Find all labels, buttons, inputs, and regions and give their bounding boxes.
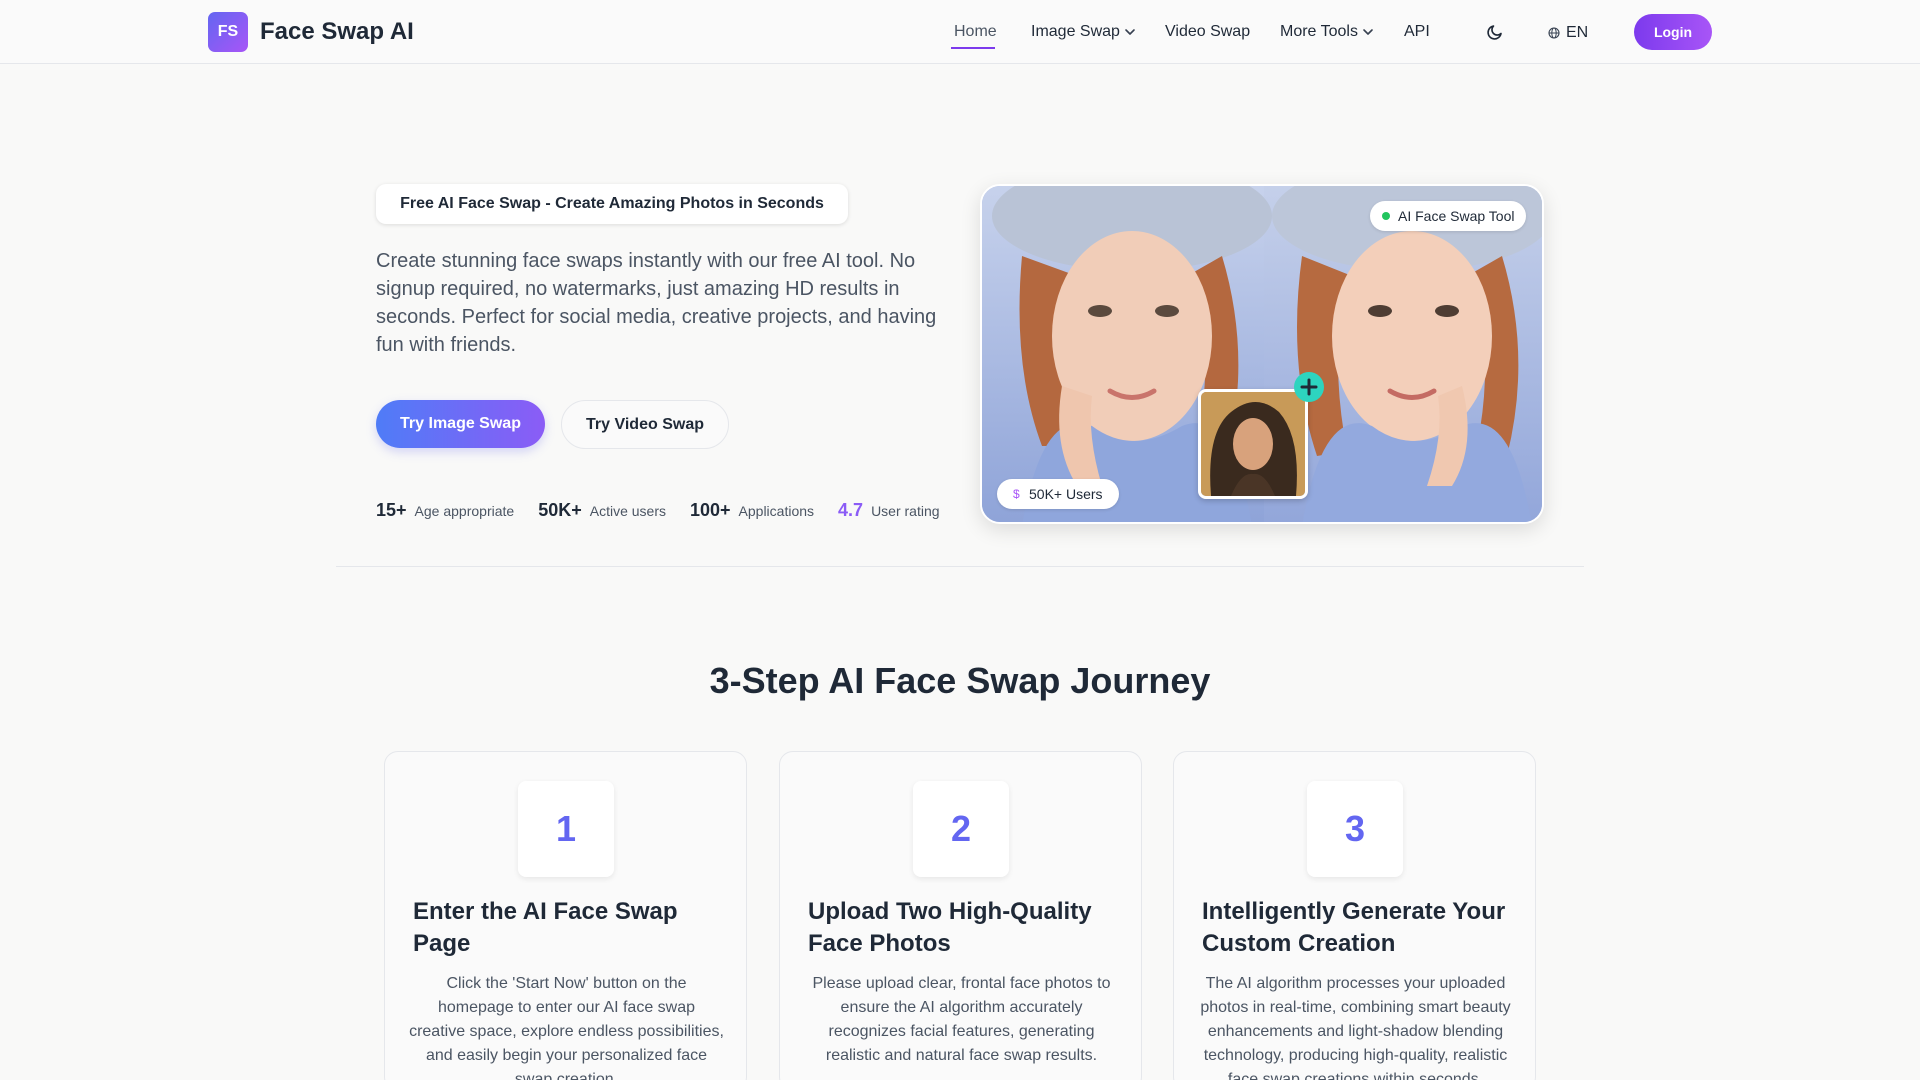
stat-item: 15+ Age appropriate: [376, 500, 514, 521]
hero-description: Create stunning face swaps instantly wit…: [376, 250, 937, 356]
users-badge: $ 50K+ Users: [997, 479, 1119, 509]
stat-value: 15+: [376, 500, 407, 520]
ai-tool-badge-label: AI Face Swap Tool: [1398, 208, 1515, 224]
login-button[interactable]: Login: [1634, 14, 1712, 50]
step-title: Enter the AI Face Swap Page: [413, 898, 678, 957]
section-divider: [336, 566, 1584, 567]
site-header: FS Face Swap AI Home Image Swap Video Sw…: [0, 0, 1920, 64]
nav-video-swap[interactable]: Video Swap: [1165, 23, 1250, 41]
stat-value: 50K+: [538, 500, 582, 520]
step-card: 2 Upload Two High-Quality Face Photos Pl…: [779, 751, 1142, 1080]
globe-icon: [1548, 27, 1560, 39]
step-title: Intelligently Generate Your Custom Creat…: [1202, 898, 1506, 957]
stat-item: 50K+ Active users: [538, 500, 666, 521]
step-description: Please upload clear, frontal face photos…: [812, 975, 1111, 1064]
stat-label: Active users: [589, 503, 666, 519]
logo-badge: FS: [208, 12, 248, 52]
try-image-swap-button[interactable]: Try Image Swap: [376, 400, 545, 448]
hero-badge: Free AI Face Swap - Create Amazing Photo…: [376, 184, 848, 224]
step-title: Upload Two High-Quality Face Photos: [808, 898, 1092, 957]
nav-image-swap-label: Image Swap: [1031, 23, 1120, 40]
step-card: 3 Intelligently Generate Your Custom Cre…: [1173, 751, 1536, 1080]
step-description: Click the 'Start Now' button on the home…: [409, 975, 724, 1080]
stat-item: 4.7 User rating: [838, 500, 940, 521]
try-video-swap-button[interactable]: Try Video Swap: [561, 400, 729, 449]
stat-label: User rating: [871, 503, 940, 519]
ai-tool-badge: AI Face Swap Tool: [1370, 201, 1527, 231]
nav-active-indicator: [951, 47, 995, 49]
logo[interactable]: FS Face Swap AI: [208, 12, 414, 52]
plus-icon: [1294, 372, 1324, 402]
step-number: 3: [1307, 781, 1403, 877]
theme-toggle-button[interactable]: [1485, 22, 1505, 47]
nav-home[interactable]: Home: [954, 23, 997, 41]
status-dot: [1382, 212, 1390, 220]
stat-item: 100+ Applications: [690, 500, 814, 521]
steps-title: 3-Step AI Face Swap Journey: [709, 660, 1211, 701]
step-card: 1 Enter the AI Face Swap Page Click the …: [384, 751, 747, 1080]
step-description: The AI algorithm processes your uploaded…: [1200, 975, 1511, 1080]
chevron-down-icon: [1125, 29, 1135, 35]
nav-image-swap[interactable]: Image Swap: [1031, 23, 1136, 41]
hero-stats: 15+ Age appropriate 50K+ Active users 10…: [376, 500, 964, 521]
nav-more-tools-label: More Tools: [1280, 23, 1358, 40]
nav-more-tools[interactable]: More Tools: [1280, 23, 1374, 41]
stat-label: Applications: [738, 503, 815, 519]
stat-label: Age appropriate: [414, 503, 515, 519]
step-number: 1: [518, 781, 614, 877]
stat-value-rating: 4.7: [838, 500, 864, 520]
users-icon: $: [1013, 487, 1020, 501]
chevron-down-icon: [1363, 29, 1373, 35]
source-face-image: [1201, 392, 1305, 496]
source-face-thumbnail: [1198, 389, 1308, 499]
nav-api[interactable]: API: [1404, 23, 1430, 41]
language-selector[interactable]: EN: [1548, 24, 1588, 42]
users-badge-label: 50K+ Users: [1029, 486, 1103, 502]
moon-icon: [1487, 25, 1502, 40]
plus-icon-glyph: [1300, 378, 1318, 396]
step-number: 2: [913, 781, 1009, 877]
language-label: EN: [1566, 24, 1589, 41]
stat-value: 100+: [689, 500, 731, 520]
logo-text: Face Swap AI: [260, 18, 414, 45]
